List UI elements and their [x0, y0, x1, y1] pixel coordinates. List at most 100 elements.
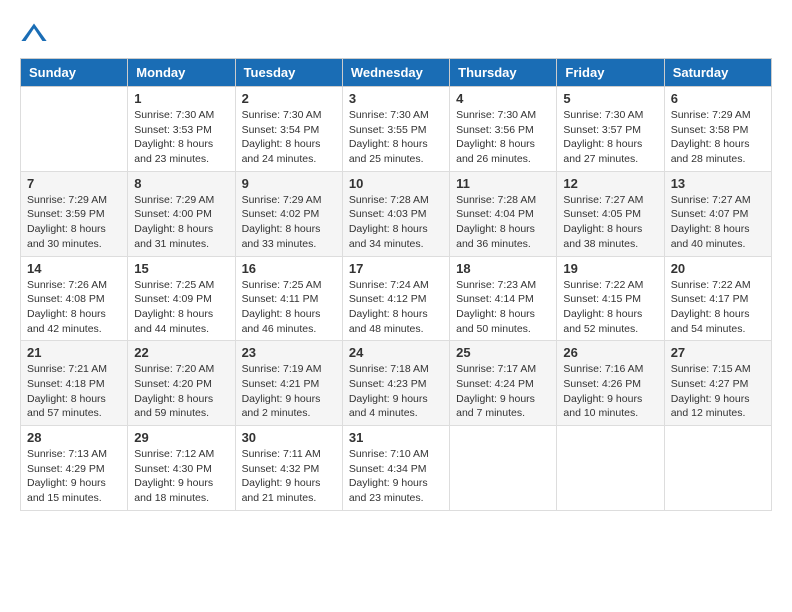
day-info: Sunrise: 7:30 AM Sunset: 3:53 PM Dayligh… — [134, 108, 228, 167]
day-number: 28 — [27, 430, 121, 445]
day-number: 25 — [456, 345, 550, 360]
day-info: Sunrise: 7:22 AM Sunset: 4:15 PM Dayligh… — [563, 278, 657, 337]
day-number: 20 — [671, 261, 765, 276]
calendar-header-row: SundayMondayTuesdayWednesdayThursdayFrid… — [21, 59, 772, 87]
calendar-cell: 16 Sunrise: 7:25 AM Sunset: 4:11 PM Dayli… — [235, 256, 342, 341]
day-info: Sunrise: 7:30 AM Sunset: 3:54 PM Dayligh… — [242, 108, 336, 167]
day-number: 15 — [134, 261, 228, 276]
calendar-cell — [664, 426, 771, 511]
calendar-cell: 6 Sunrise: 7:29 AM Sunset: 3:58 PM Daylig… — [664, 87, 771, 172]
day-number: 22 — [134, 345, 228, 360]
calendar-cell: 7Sunrise: 7:29 AM Sunset: 3:59 PM Daylig… — [21, 171, 128, 256]
day-number: 12 — [563, 176, 657, 191]
day-info: Sunrise: 7:26 AM Sunset: 4:08 PM Dayligh… — [27, 278, 121, 337]
day-number: 27 — [671, 345, 765, 360]
day-info: Sunrise: 7:25 AM Sunset: 4:11 PM Dayligh… — [242, 278, 336, 337]
day-info: Sunrise: 7:27 AM Sunset: 4:05 PM Dayligh… — [563, 193, 657, 252]
calendar-cell: 17 Sunrise: 7:24 AM Sunset: 4:12 PM Dayli… — [342, 256, 449, 341]
calendar-cell: 11 Sunrise: 7:28 AM Sunset: 4:04 PM Dayli… — [450, 171, 557, 256]
day-info: Sunrise: 7:17 AM Sunset: 4:24 PM Dayligh… — [456, 362, 550, 421]
calendar-cell: 3 Sunrise: 7:30 AM Sunset: 3:55 PM Daylig… — [342, 87, 449, 172]
day-number: 17 — [349, 261, 443, 276]
calendar-cell: 31 Sunrise: 7:10 AM Sunset: 4:34 PM Dayli… — [342, 426, 449, 511]
day-info: Sunrise: 7:18 AM Sunset: 4:23 PM Dayligh… — [349, 362, 443, 421]
day-info: Sunrise: 7:29 AM Sunset: 4:02 PM Dayligh… — [242, 193, 336, 252]
day-info: Sunrise: 7:11 AM Sunset: 4:32 PM Dayligh… — [242, 447, 336, 506]
day-number: 14 — [27, 261, 121, 276]
day-info: Sunrise: 7:28 AM Sunset: 4:03 PM Dayligh… — [349, 193, 443, 252]
day-info: Sunrise: 7:22 AM Sunset: 4:17 PM Dayligh… — [671, 278, 765, 337]
day-info: Sunrise: 7:25 AM Sunset: 4:09 PM Dayligh… — [134, 278, 228, 337]
week-row-1: 1 Sunrise: 7:30 AM Sunset: 3:53 PM Daylig… — [21, 87, 772, 172]
day-header-saturday: Saturday — [664, 59, 771, 87]
logo-icon — [20, 20, 48, 48]
calendar-cell: 24Sunrise: 7:18 AM Sunset: 4:23 PM Dayli… — [342, 341, 449, 426]
calendar-cell — [557, 426, 664, 511]
day-header-tuesday: Tuesday — [235, 59, 342, 87]
calendar-cell: 25 Sunrise: 7:17 AM Sunset: 4:24 PM Dayli… — [450, 341, 557, 426]
day-info: Sunrise: 7:21 AM Sunset: 4:18 PM Dayligh… — [27, 362, 121, 421]
day-number: 26 — [563, 345, 657, 360]
day-header-thursday: Thursday — [450, 59, 557, 87]
day-info: Sunrise: 7:29 AM Sunset: 4:00 PM Dayligh… — [134, 193, 228, 252]
day-number: 3 — [349, 91, 443, 106]
calendar-cell: 21 Sunrise: 7:21 AM Sunset: 4:18 PM Dayli… — [21, 341, 128, 426]
day-number: 30 — [242, 430, 336, 445]
day-number: 19 — [563, 261, 657, 276]
day-info: Sunrise: 7:16 AM Sunset: 4:26 PM Dayligh… — [563, 362, 657, 421]
day-number: 6 — [671, 91, 765, 106]
day-info: Sunrise: 7:28 AM Sunset: 4:04 PM Dayligh… — [456, 193, 550, 252]
week-row-5: 28Sunrise: 7:13 AM Sunset: 4:29 PM Dayli… — [21, 426, 772, 511]
day-number: 29 — [134, 430, 228, 445]
day-number: 2 — [242, 91, 336, 106]
day-number: 21 — [27, 345, 121, 360]
day-number: 10 — [349, 176, 443, 191]
logo — [20, 20, 54, 48]
calendar-cell: 5 Sunrise: 7:30 AM Sunset: 3:57 PM Daylig… — [557, 87, 664, 172]
calendar-cell: 15 Sunrise: 7:25 AM Sunset: 4:09 PM Dayli… — [128, 256, 235, 341]
day-info: Sunrise: 7:24 AM Sunset: 4:12 PM Dayligh… — [349, 278, 443, 337]
day-info: Sunrise: 7:29 AM Sunset: 3:59 PM Dayligh… — [27, 193, 121, 252]
day-number: 16 — [242, 261, 336, 276]
day-number: 23 — [242, 345, 336, 360]
day-header-friday: Friday — [557, 59, 664, 87]
day-number: 13 — [671, 176, 765, 191]
day-info: Sunrise: 7:10 AM Sunset: 4:34 PM Dayligh… — [349, 447, 443, 506]
day-header-sunday: Sunday — [21, 59, 128, 87]
week-row-4: 21 Sunrise: 7:21 AM Sunset: 4:18 PM Dayli… — [21, 341, 772, 426]
calendar-table: SundayMondayTuesdayWednesdayThursdayFrid… — [20, 58, 772, 511]
day-info: Sunrise: 7:19 AM Sunset: 4:21 PM Dayligh… — [242, 362, 336, 421]
day-number: 18 — [456, 261, 550, 276]
day-info: Sunrise: 7:29 AM Sunset: 3:58 PM Dayligh… — [671, 108, 765, 167]
calendar-cell: 28Sunrise: 7:13 AM Sunset: 4:29 PM Dayli… — [21, 426, 128, 511]
day-info: Sunrise: 7:30 AM Sunset: 3:57 PM Dayligh… — [563, 108, 657, 167]
week-row-3: 14 Sunrise: 7:26 AM Sunset: 4:08 PM Dayli… — [21, 256, 772, 341]
calendar-cell: 1 Sunrise: 7:30 AM Sunset: 3:53 PM Daylig… — [128, 87, 235, 172]
day-info: Sunrise: 7:12 AM Sunset: 4:30 PM Dayligh… — [134, 447, 228, 506]
calendar-cell: 23 Sunrise: 7:19 AM Sunset: 4:21 PM Dayli… — [235, 341, 342, 426]
calendar-cell: 4Sunrise: 7:30 AM Sunset: 3:56 PM Daylig… — [450, 87, 557, 172]
day-number: 1 — [134, 91, 228, 106]
day-info: Sunrise: 7:30 AM Sunset: 3:55 PM Dayligh… — [349, 108, 443, 167]
calendar-cell: 29 Sunrise: 7:12 AM Sunset: 4:30 PM Dayli… — [128, 426, 235, 511]
day-number: 31 — [349, 430, 443, 445]
day-info: Sunrise: 7:20 AM Sunset: 4:20 PM Dayligh… — [134, 362, 228, 421]
day-header-wednesday: Wednesday — [342, 59, 449, 87]
calendar-cell: 22 Sunrise: 7:20 AM Sunset: 4:20 PM Dayli… — [128, 341, 235, 426]
calendar-cell: 18 Sunrise: 7:23 AM Sunset: 4:14 PM Dayli… — [450, 256, 557, 341]
calendar-cell: 2 Sunrise: 7:30 AM Sunset: 3:54 PM Daylig… — [235, 87, 342, 172]
calendar-cell — [450, 426, 557, 511]
day-number: 5 — [563, 91, 657, 106]
calendar-cell: 20 Sunrise: 7:22 AM Sunset: 4:17 PM Dayli… — [664, 256, 771, 341]
day-header-monday: Monday — [128, 59, 235, 87]
day-info: Sunrise: 7:23 AM Sunset: 4:14 PM Dayligh… — [456, 278, 550, 337]
day-number: 11 — [456, 176, 550, 191]
calendar-cell: 13Sunrise: 7:27 AM Sunset: 4:07 PM Dayli… — [664, 171, 771, 256]
week-row-2: 7Sunrise: 7:29 AM Sunset: 3:59 PM Daylig… — [21, 171, 772, 256]
calendar-cell: 26 Sunrise: 7:16 AM Sunset: 4:26 PM Dayli… — [557, 341, 664, 426]
calendar-cell: 30 Sunrise: 7:11 AM Sunset: 4:32 PM Dayli… — [235, 426, 342, 511]
calendar-cell: 9Sunrise: 7:29 AM Sunset: 4:02 PM Daylig… — [235, 171, 342, 256]
day-info: Sunrise: 7:30 AM Sunset: 3:56 PM Dayligh… — [456, 108, 550, 167]
calendar-cell: 10 Sunrise: 7:28 AM Sunset: 4:03 PM Dayli… — [342, 171, 449, 256]
page-header — [20, 20, 772, 48]
